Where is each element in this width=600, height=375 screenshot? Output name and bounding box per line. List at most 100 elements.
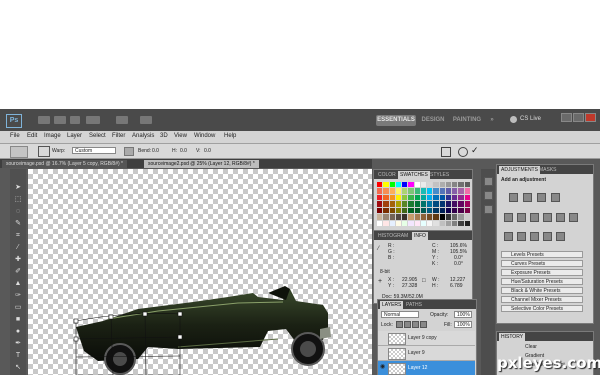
swatch[interactable] xyxy=(414,182,420,188)
menu-filter[interactable]: Filter xyxy=(112,133,125,139)
hue-saturation-icon[interactable] xyxy=(517,213,526,222)
swatch[interactable] xyxy=(458,194,464,201)
tab-masks[interactable]: MASKS xyxy=(537,166,559,174)
levels-icon[interactable] xyxy=(523,193,532,202)
swatch[interactable] xyxy=(445,201,452,207)
swatch[interactable] xyxy=(377,201,383,207)
preset-channel-mixer[interactable]: Channel Mixer Presets xyxy=(501,296,583,303)
maximize-button[interactable] xyxy=(573,113,584,122)
swatch[interactable] xyxy=(452,194,458,201)
preset-exposure[interactable]: Exposure Presets xyxy=(501,269,583,276)
tab-histogram[interactable]: HISTOGRAM xyxy=(376,232,410,240)
gradient-map-icon[interactable] xyxy=(543,232,552,241)
swatch[interactable] xyxy=(408,182,414,188)
bridge-icon[interactable] xyxy=(38,116,50,124)
swatch[interactable] xyxy=(408,201,414,207)
swatch[interactable] xyxy=(427,214,433,220)
swatch[interactable] xyxy=(377,194,383,201)
exposure-icon[interactable] xyxy=(551,193,560,202)
cancel-transform-icon[interactable] xyxy=(458,147,468,157)
mini-bridge-icon[interactable] xyxy=(54,116,66,124)
history-item[interactable]: Clear xyxy=(499,343,589,351)
swatch[interactable] xyxy=(445,182,452,188)
swatch[interactable] xyxy=(389,201,395,207)
swatch[interactable] xyxy=(452,201,458,207)
swatch[interactable] xyxy=(464,201,470,207)
swatch[interactable] xyxy=(427,182,433,188)
type-tool-icon[interactable]: T xyxy=(13,352,23,360)
fill-field[interactable]: 100% xyxy=(454,321,472,328)
swatch[interactable] xyxy=(402,201,408,207)
gradient-tool-icon[interactable]: ■ xyxy=(13,316,23,324)
swatch[interactable] xyxy=(383,194,389,201)
workspace-essentials[interactable]: ESSENTIALS xyxy=(376,115,416,126)
visibility-eye-icon[interactable] xyxy=(380,349,386,355)
visibility-eye-icon[interactable]: ◉ xyxy=(380,364,386,370)
swatch[interactable] xyxy=(445,188,452,194)
swatch[interactable] xyxy=(420,182,427,188)
swatch[interactable] xyxy=(402,188,408,194)
swatch[interactable] xyxy=(433,207,439,214)
swatch[interactable] xyxy=(395,214,402,220)
swatch[interactable] xyxy=(433,214,439,220)
swatch[interactable] xyxy=(414,220,420,226)
swatch[interactable] xyxy=(452,220,458,226)
swatch[interactable] xyxy=(445,207,452,214)
blend-mode-select[interactable]: Normal xyxy=(381,311,419,318)
swatch[interactable] xyxy=(420,220,427,226)
swatch[interactable] xyxy=(383,207,389,214)
lasso-tool-icon[interactable]: ◌ xyxy=(13,208,23,216)
pen-tool-icon[interactable]: ✒ xyxy=(13,340,23,348)
bend-value[interactable]: 0.0 xyxy=(152,148,159,154)
tab-adjustments[interactable]: ADJUSTMENTS xyxy=(499,166,540,174)
swatch[interactable] xyxy=(433,194,439,201)
opacity-field[interactable]: 100% xyxy=(454,311,472,318)
swatch[interactable] xyxy=(377,220,383,226)
visibility-eye-icon[interactable] xyxy=(380,334,386,340)
cs-live-label[interactable]: CS Live xyxy=(520,116,541,122)
lock-all-icon[interactable] xyxy=(420,321,427,328)
swatch[interactable] xyxy=(402,182,408,188)
swatch[interactable] xyxy=(395,220,402,226)
menu-help[interactable]: Help xyxy=(224,133,236,139)
black-white-icon[interactable] xyxy=(543,213,552,222)
warp-style-select[interactable]: Custom xyxy=(72,147,116,154)
brush-presets-icon[interactable] xyxy=(484,177,493,186)
arrange-documents-icon[interactable] xyxy=(116,116,128,124)
screen-mode-icon[interactable] xyxy=(140,116,152,124)
swatch[interactable] xyxy=(420,214,427,220)
vibrance-icon[interactable] xyxy=(504,213,513,222)
channel-mixer-icon[interactable] xyxy=(569,213,578,222)
swatch[interactable] xyxy=(427,201,433,207)
swatch[interactable] xyxy=(458,214,464,220)
preset-levels[interactable]: Levels Presets xyxy=(501,251,583,258)
swatch[interactable] xyxy=(458,182,464,188)
swatch[interactable] xyxy=(395,182,402,188)
workspace-painting[interactable]: PAINTING xyxy=(452,115,482,126)
swatch[interactable] xyxy=(464,194,470,201)
swatch[interactable] xyxy=(389,182,395,188)
swatch[interactable] xyxy=(452,207,458,214)
swatch[interactable] xyxy=(464,182,470,188)
swatch[interactable] xyxy=(439,220,445,226)
invert-icon[interactable] xyxy=(504,232,513,241)
preset-selective-color[interactable]: Selective Color Presets xyxy=(501,305,583,312)
layer-row[interactable]: Layer 9 xyxy=(378,346,475,361)
swatch[interactable] xyxy=(420,201,427,207)
tab-info[interactable]: INFO xyxy=(412,232,428,240)
lock-position-icon[interactable] xyxy=(412,321,419,328)
swatch[interactable] xyxy=(408,214,414,220)
menu-3d[interactable]: 3D xyxy=(160,133,168,139)
swatch[interactable] xyxy=(464,188,470,194)
swatch[interactable] xyxy=(383,214,389,220)
crop-tool-icon[interactable]: ⌗ xyxy=(13,232,23,240)
swatch[interactable] xyxy=(408,188,414,194)
cs-live-icon[interactable] xyxy=(510,116,517,123)
swatch[interactable] xyxy=(389,214,395,220)
layer-row[interactable]: Layer 9 copy xyxy=(378,331,475,346)
swatch[interactable] xyxy=(414,207,420,214)
swatch[interactable] xyxy=(402,207,408,214)
tab-swatches[interactable]: SWATCHES xyxy=(398,171,430,179)
move-tool-icon[interactable]: ➤ xyxy=(13,184,23,192)
swatch[interactable] xyxy=(395,194,402,201)
